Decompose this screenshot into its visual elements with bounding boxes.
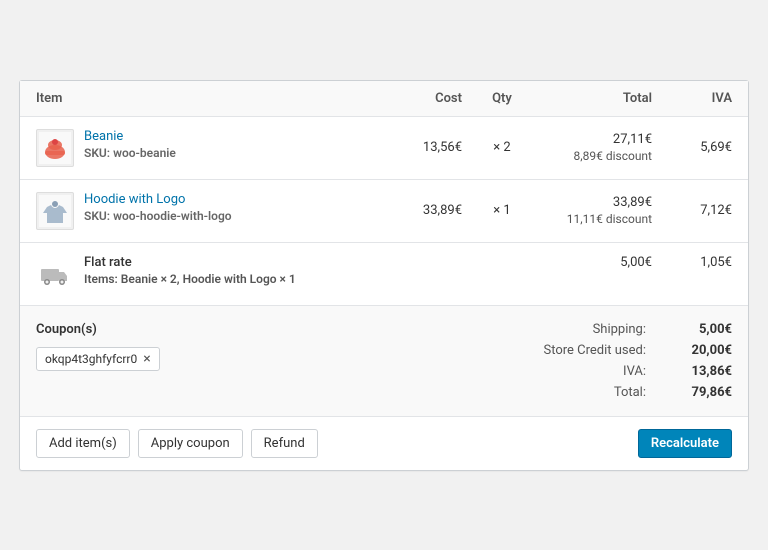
beanie-discount: 8,89€ discount (532, 149, 652, 163)
footer-actions: Add item(s) Apply coupon Refund Recalcul… (20, 417, 748, 470)
beanie-total-cell: 27,11€ 8,89€ discount (532, 132, 652, 163)
beanie-sku-label: SKU: (84, 146, 110, 160)
table-row: Beanie SKU: woo-beanie 13,56€ × 2 27,11€… (20, 117, 748, 180)
summary-iva-label: IVA: (516, 364, 646, 379)
summary-store-credit-label: Store Credit used: (516, 343, 646, 358)
apply-coupon-button[interactable]: Apply coupon (138, 429, 243, 458)
shipping-total-amount: 5,00€ (532, 255, 652, 270)
header-item: Item (36, 91, 372, 106)
hoodie-product-image (39, 195, 71, 227)
summary-iva-value: 13,86€ (662, 364, 732, 379)
summary-shipping-label: Shipping: (516, 322, 646, 337)
hoodie-total-cell: 33,89€ 11,11€ discount (532, 195, 652, 226)
shipping-items-label: Items: (84, 272, 118, 286)
shipping-cell: Flat rate Items: Beanie × 2, Hoodie with… (36, 255, 372, 293)
beanie-link[interactable]: Beanie (84, 129, 176, 144)
hoodie-info: Hoodie with Logo SKU: woo-hoodie-with-lo… (84, 192, 232, 223)
shipping-label: Flat rate (84, 255, 296, 270)
hoodie-thumbnail (36, 192, 74, 230)
totals-section: Coupon(s) okqp4t3ghfyfcrr0 × Shipping: 5… (20, 306, 748, 417)
shipping-info: Flat rate Items: Beanie × 2, Hoodie with… (84, 255, 296, 286)
summary-row-iva: IVA: 13,86€ (432, 364, 732, 379)
beanie-total: 27,11€ (532, 132, 652, 147)
shipping-items-list: Beanie × 2, Hoodie with Logo × 1 (121, 272, 296, 286)
beanie-info: Beanie SKU: woo-beanie (84, 129, 176, 160)
table-row: Hoodie with Logo SKU: woo-hoodie-with-lo… (20, 180, 748, 243)
beanie-cost: 13,56€ (372, 140, 462, 155)
hoodie-sku-value: woo-hoodie-with-logo (113, 209, 231, 223)
shipping-row: Flat rate Items: Beanie × 2, Hoodie with… (20, 243, 748, 306)
header-total: Total (532, 91, 652, 106)
coupons-column: Coupon(s) okqp4t3ghfyfcrr0 × (36, 322, 412, 400)
hoodie-discount: 11,11€ discount (532, 212, 652, 226)
hoodie-iva: 7,12€ (652, 203, 732, 218)
recalculate-button[interactable]: Recalculate (638, 429, 732, 458)
summary-store-credit-value: 20,00€ (662, 343, 732, 358)
shipping-iva: 1,05€ (652, 255, 732, 270)
item-cell-beanie: Beanie SKU: woo-beanie (36, 129, 372, 167)
coupon-code: okqp4t3ghfyfcrr0 (45, 352, 137, 366)
beanie-iva: 5,69€ (652, 140, 732, 155)
beanie-sku-value: woo-beanie (113, 146, 176, 160)
summary-row-store-credit: Store Credit used: 20,00€ (432, 343, 732, 358)
refund-button[interactable]: Refund (251, 429, 318, 458)
hoodie-link[interactable]: Hoodie with Logo (84, 192, 232, 207)
hoodie-total: 33,89€ (532, 195, 652, 210)
hoodie-qty: × 1 (462, 203, 532, 218)
summary-total-value: 79,86€ (662, 385, 732, 400)
hoodie-sku: SKU: woo-hoodie-with-logo (84, 209, 232, 223)
header-iva: IVA (652, 91, 732, 106)
summary-row-shipping: Shipping: 5,00€ (432, 322, 732, 337)
order-panel: Item Cost Qty Total IVA Beanie SKU: wo (19, 80, 749, 471)
coupons-label: Coupon(s) (36, 322, 412, 337)
beanie-product-image (39, 132, 71, 164)
summary-shipping-value: 5,00€ (662, 322, 732, 337)
table-header: Item Cost Qty Total IVA (20, 81, 748, 117)
beanie-thumbnail (36, 129, 74, 167)
shipping-total: 5,00€ (532, 255, 652, 270)
header-cost: Cost (372, 91, 462, 106)
hoodie-sku-label: SKU: (84, 209, 110, 223)
summary-row-total: Total: 79,86€ (432, 385, 732, 400)
shipping-icon (36, 255, 74, 293)
coupon-remove-button[interactable]: × (143, 352, 150, 366)
hoodie-cost: 33,89€ (372, 203, 462, 218)
header-qty: Qty (462, 91, 532, 106)
beanie-qty: × 2 (462, 140, 532, 155)
summary-column: Shipping: 5,00€ Store Credit used: 20,00… (432, 322, 732, 400)
shipping-items-text: Items: Beanie × 2, Hoodie with Logo × 1 (84, 272, 296, 286)
beanie-sku: SKU: woo-beanie (84, 146, 176, 160)
coupon-tag: okqp4t3ghfyfcrr0 × (36, 347, 160, 371)
item-cell-hoodie: Hoodie with Logo SKU: woo-hoodie-with-lo… (36, 192, 372, 230)
add-items-button[interactable]: Add item(s) (36, 429, 130, 458)
summary-total-label: Total: (516, 385, 646, 400)
truck-icon (41, 263, 69, 285)
